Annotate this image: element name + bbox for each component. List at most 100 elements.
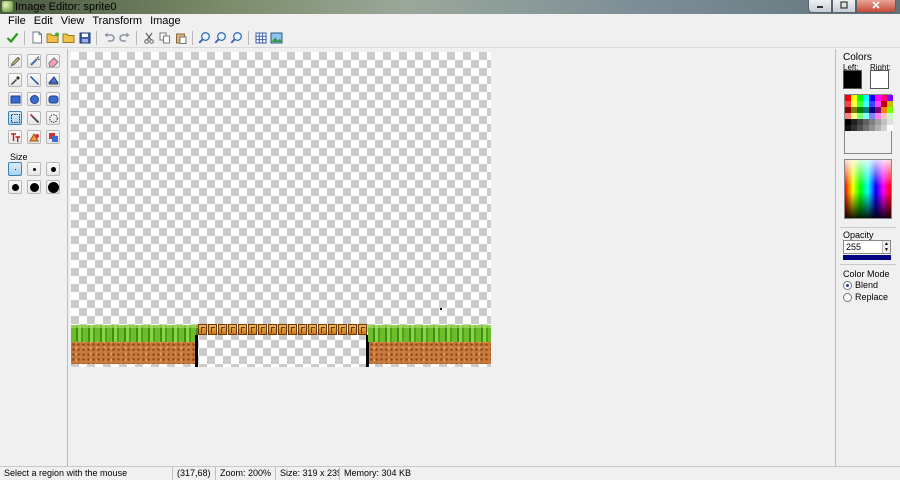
- brick-tile: [348, 324, 357, 335]
- opacity-spinner[interactable]: ▲ ▼: [882, 241, 890, 253]
- rounded-rectangle-tool[interactable]: [46, 92, 60, 106]
- toolbar-separator: [96, 30, 97, 45]
- line-icon: [29, 75, 39, 85]
- rectangle-tool[interactable]: [8, 92, 22, 106]
- save-button[interactable]: [77, 30, 92, 45]
- fill-tool[interactable]: [46, 73, 60, 87]
- brick-tile: [308, 324, 317, 335]
- opacity-input[interactable]: 255 ▲ ▼: [843, 240, 891, 254]
- blend-radio[interactable]: [843, 280, 852, 290]
- palette-swatch[interactable]: [887, 125, 893, 131]
- save-icon: [79, 32, 90, 43]
- rectangle-icon: [10, 95, 20, 103]
- opacity-value: 255: [846, 242, 862, 252]
- app-icon: [2, 1, 13, 12]
- open-button[interactable]: [45, 30, 60, 45]
- replace-radio-option[interactable]: Replace: [843, 292, 888, 302]
- size-3-button[interactable]: [46, 162, 60, 176]
- window-controls: [808, 0, 896, 14]
- brick-tile: [358, 324, 367, 335]
- apply-button[interactable]: [5, 30, 20, 45]
- open-alt-button[interactable]: [61, 30, 76, 45]
- size-dot-icon: [29, 182, 39, 192]
- magic-wand-tool[interactable]: [27, 111, 41, 125]
- pencil-tool[interactable]: [8, 54, 22, 68]
- dirt-tile-left: [71, 342, 196, 364]
- toolbar-separator: [192, 30, 193, 45]
- select-rectangle-tool[interactable]: [8, 111, 22, 125]
- maximize-button[interactable]: [832, 0, 856, 13]
- zoom-in-icon: [198, 32, 210, 44]
- rounded-rectangle-icon: [48, 95, 58, 103]
- pencil-icon: [10, 56, 20, 66]
- right-color-swatch[interactable]: [870, 70, 889, 89]
- color-mode-heading: Color Mode: [843, 269, 890, 279]
- brick-tile: [268, 324, 277, 335]
- ellipse-icon: [29, 94, 39, 104]
- blend-radio-option[interactable]: Blend: [843, 280, 878, 290]
- grass-tile-right: [368, 325, 491, 342]
- grid-icon: [255, 32, 266, 43]
- replace-label: Replace: [855, 292, 889, 302]
- status-size: Size: 319 x 239: [276, 467, 340, 480]
- shape-fill-tool[interactable]: [27, 130, 41, 144]
- paste-button[interactable]: [173, 30, 188, 45]
- color-replace-icon: [48, 132, 58, 142]
- canvas-workspace[interactable]: [69, 49, 834, 466]
- replace-radio[interactable]: [843, 292, 852, 302]
- size-6-button[interactable]: [46, 180, 60, 194]
- minimize-button[interactable]: [808, 0, 832, 13]
- image-button[interactable]: [269, 30, 284, 45]
- color-palette[interactable]: [844, 94, 893, 154]
- menu-edit[interactable]: Edit: [30, 14, 57, 28]
- undo-button[interactable]: [101, 30, 116, 45]
- toolbar: [0, 28, 900, 48]
- cut-button[interactable]: [141, 30, 156, 45]
- eraser-icon: [47, 56, 59, 67]
- menu-view[interactable]: View: [57, 14, 89, 28]
- spray-tool[interactable]: [27, 54, 41, 68]
- minimize-icon: [817, 6, 823, 8]
- brick-tile: [328, 324, 337, 335]
- panel-divider: [840, 264, 896, 265]
- line-tool[interactable]: [27, 73, 41, 87]
- redo-button[interactable]: [117, 30, 132, 45]
- close-button[interactable]: [856, 0, 896, 13]
- zoom-reset-button[interactable]: [229, 30, 244, 45]
- zoom-in-button[interactable]: [197, 30, 212, 45]
- copy-button[interactable]: [157, 30, 172, 45]
- menu-transform[interactable]: Transform: [88, 14, 146, 28]
- brick-tile: [288, 324, 297, 335]
- brick-tile: [318, 324, 327, 335]
- status-memory: Memory: 304 KB: [344, 468, 412, 478]
- left-color-swatch[interactable]: [843, 70, 862, 89]
- opacity-slider[interactable]: [843, 255, 891, 260]
- color-spectrum[interactable]: [844, 159, 892, 219]
- magic-wand-icon: [29, 113, 39, 123]
- title-bar: Image Editor: sprite0: [0, 0, 900, 14]
- copy-icon: [159, 32, 170, 43]
- brick-tile: [278, 324, 287, 335]
- brick-tile: [228, 324, 237, 335]
- color-replace-tool[interactable]: [46, 130, 60, 144]
- size-1-button[interactable]: [8, 162, 22, 176]
- toolbar-separator: [24, 30, 25, 45]
- checkmark-icon: [6, 32, 19, 44]
- grid-button[interactable]: [253, 30, 268, 45]
- menu-image[interactable]: Image: [146, 14, 185, 28]
- size-5-button[interactable]: [27, 180, 41, 194]
- color-picker-tool[interactable]: [8, 73, 22, 87]
- select-lasso-tool[interactable]: [46, 111, 60, 125]
- size-4-button[interactable]: [8, 180, 22, 194]
- text-tool[interactable]: [8, 130, 22, 144]
- zoom-out-button[interactable]: [213, 30, 228, 45]
- fill-bucket-icon: [47, 75, 59, 85]
- new-button[interactable]: [29, 30, 44, 45]
- size-2-button[interactable]: [27, 162, 41, 176]
- eraser-tool[interactable]: [46, 54, 60, 68]
- menu-file[interactable]: File: [4, 14, 30, 28]
- image-canvas[interactable]: [71, 52, 491, 367]
- ellipse-tool[interactable]: [27, 92, 41, 106]
- status-hint: Select a region with the mouse: [0, 467, 173, 480]
- brick-tile: [198, 324, 207, 335]
